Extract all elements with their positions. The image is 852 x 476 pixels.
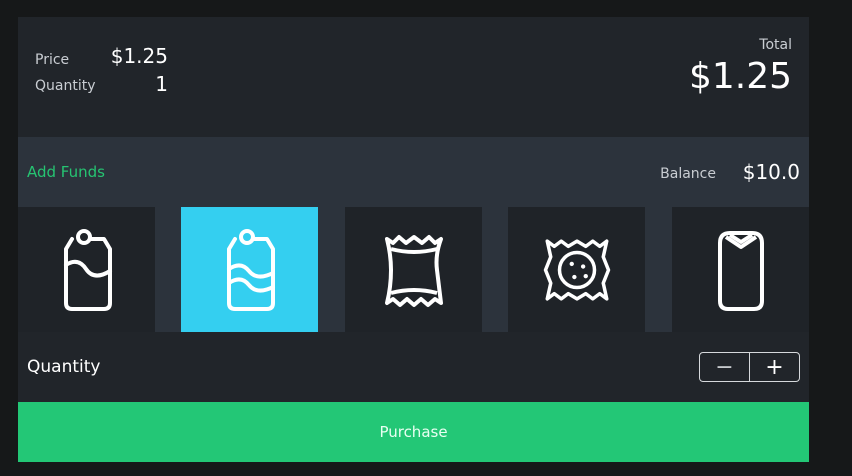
product-selector (18, 207, 809, 332)
add-funds-link[interactable]: Add Funds (27, 163, 105, 181)
purchase-button[interactable]: Purchase (18, 402, 809, 462)
balance-value: $10.0 (742, 160, 800, 184)
total-label: Total (759, 37, 792, 53)
price-value: $1.25 (110, 44, 168, 68)
funds-bar: Add Funds Balance $10.0 (18, 137, 809, 207)
increase-quantity-button[interactable]: + (750, 353, 799, 381)
order-summary: Price $1.25 Quantity 1 Total $1.25 (18, 17, 809, 137)
soda-can-icon (63, 228, 112, 311)
product-tile-snack[interactable] (672, 207, 809, 332)
quantity-stepper: − + (699, 352, 800, 382)
chips-bag-icon (384, 234, 443, 307)
total-value: $1.25 (688, 56, 792, 97)
product-tile-soda-1[interactable] (18, 207, 155, 332)
quantity-summary-value: 1 (155, 72, 168, 96)
product-tile-cookies[interactable] (508, 207, 645, 332)
quantity-row: Quantity − + (18, 332, 809, 402)
soda-can-icon (226, 228, 275, 311)
product-tile-soda-2[interactable] (181, 207, 318, 332)
decrease-quantity-button[interactable]: − (700, 353, 750, 381)
snack-bar-icon (717, 230, 764, 311)
price-label: Price (35, 52, 70, 68)
vending-app: Price $1.25 Quantity 1 Total $1.25 Add F… (18, 17, 809, 462)
quantity-label: Quantity (27, 357, 101, 377)
cookie-pack-icon (543, 238, 610, 301)
product-tile-chips[interactable] (345, 207, 482, 332)
quantity-summary-label: Quantity (35, 78, 96, 94)
balance-label: Balance (660, 166, 716, 182)
